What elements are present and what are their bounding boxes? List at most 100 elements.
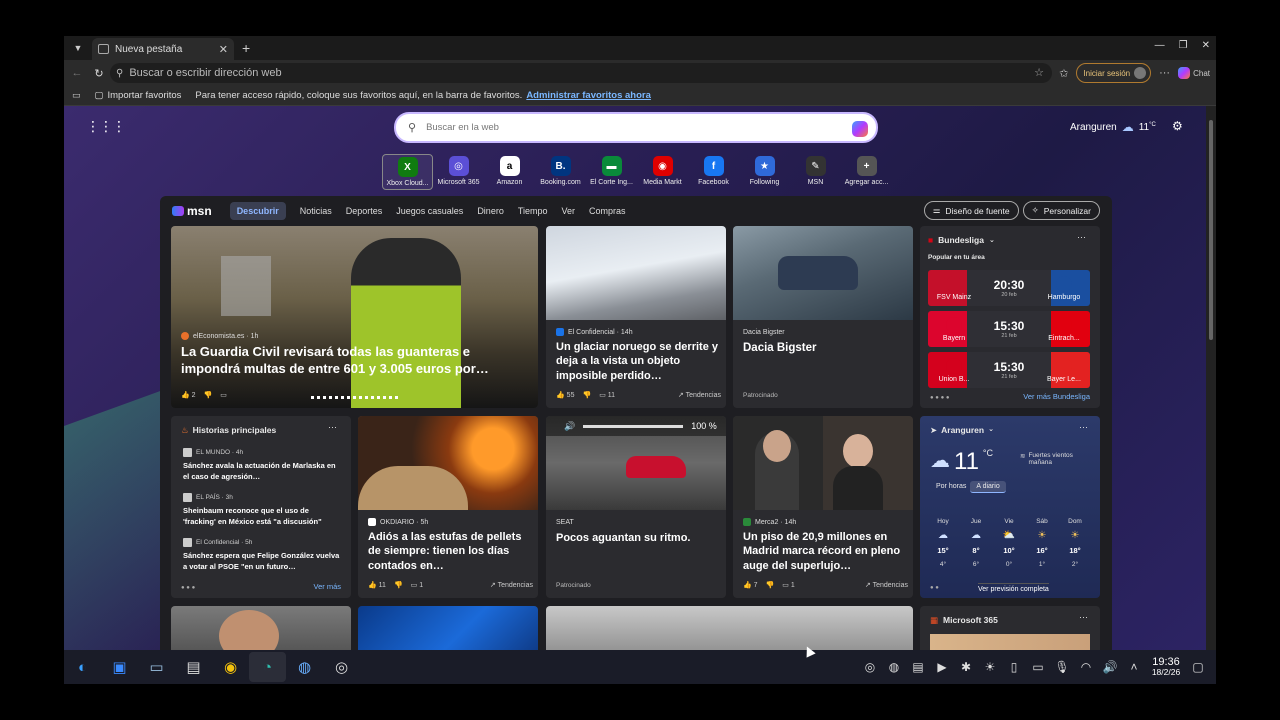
manage-favorites-link[interactable]: Administrar favoritos ahora — [526, 90, 651, 101]
more-menu-icon[interactable]: ··· — [1159, 67, 1170, 79]
wind-alert[interactable]: ≋ Fuertes vientos mañana — [1020, 452, 1092, 466]
story-item[interactable]: EL MUNDO · 4h Sánchez avala la actuación … — [183, 448, 343, 482]
seat-ad-card[interactable]: 🔊 100 % SEAT Pocos aguantan su ritmo. Pa… — [546, 416, 726, 598]
show-desktop-icon[interactable]: ▢ — [1186, 660, 1210, 674]
quick-link-xbox[interactable]: X Xbox Cloud... — [382, 154, 433, 190]
dacia-ad-card[interactable]: Dacia Bigster Dacia Bigster Patrocinado — [733, 226, 913, 408]
tray-expand-icon[interactable]: ˄ — [1122, 660, 1146, 674]
msn-tab-noticias[interactable]: Noticias — [300, 206, 332, 216]
quick-link-msn[interactable]: ✎ MSN — [790, 154, 841, 190]
refresh-icon[interactable]: ↻ — [90, 67, 108, 80]
story-item[interactable]: EL PAÍS · 3h Sheinbaum reconoce que el us… — [183, 493, 343, 527]
feed-design-button[interactable]: ⚌ Diseño de fuente — [923, 201, 1019, 220]
clipboard-icon[interactable]: ▤ — [906, 660, 930, 674]
back-icon[interactable]: ← — [68, 67, 86, 79]
like-button[interactable]: 👍 7 — [743, 581, 758, 589]
page-settings-gear-icon[interactable]: ⚙ — [1172, 119, 1183, 133]
like-button[interactable]: 👍 2 — [181, 391, 196, 399]
minimize-icon[interactable]: — — [1155, 40, 1165, 51]
match-row[interactable]: FSV Mainz 20:30 20 feb Hamburgo — [928, 270, 1090, 306]
dislike-icon[interactable]: 👎 — [394, 581, 403, 589]
hero-headline[interactable]: La Guardia Civil revisará todas las guan… — [181, 344, 531, 378]
m365-header[interactable]: ▦ Microsoft 365 — [930, 615, 998, 626]
microphone-muted-icon[interactable]: 🎙 — [1050, 660, 1074, 674]
stories-pager-dots[interactable]: ● ● ● — [181, 585, 195, 591]
obs-icon[interactable]: ◎ — [323, 652, 360, 682]
sidebar-toggle-icon[interactable]: ▭ — [72, 90, 81, 101]
forecast-day[interactable]: Jue ☁ 8° 6° — [961, 518, 991, 568]
tab-daily[interactable]: A diario — [970, 481, 1006, 493]
forecast-day[interactable]: Vie ⛅ 10° 0° — [994, 518, 1024, 568]
system-settings-icon[interactable]: ▤ — [175, 652, 212, 682]
sports-pager-dots[interactable]: ● ● ● ● — [930, 395, 950, 401]
league-header[interactable]: ■ Bundesliga ⌄ — [928, 235, 995, 245]
weather-header[interactable]: ➤ Aranguren ⌄ — [930, 425, 994, 436]
restore-icon[interactable]: ❐ — [1179, 40, 1188, 51]
storage-icon[interactable]: ▯ — [1002, 660, 1026, 674]
personalize-button[interactable]: ✧ Personalizar — [1022, 201, 1100, 220]
tab-close-icon[interactable]: ✕ — [219, 43, 228, 56]
msn-tab-deportes[interactable]: Deportes — [346, 206, 383, 216]
quick-link-m365[interactable]: ◎ Microsoft 365 — [433, 154, 484, 190]
battery-icon[interactable]: ▭ — [1026, 660, 1050, 674]
seat-video[interactable]: 🔊 100 % — [546, 416, 726, 510]
comment-icon[interactable]: ▭ — [220, 391, 227, 399]
match-row[interactable]: Union B... 15:30 21 feb Bayer Le... — [928, 352, 1090, 388]
copilot-search-icon[interactable] — [852, 121, 868, 137]
bluetooth-icon[interactable]: ✱ — [954, 660, 978, 674]
steam-icon[interactable]: ◍ — [286, 652, 323, 682]
card-more-icon[interactable]: ··· — [1079, 422, 1088, 432]
weather-widget-top[interactable]: Aranguren ☁ 11°C — [1070, 120, 1156, 134]
forecast-day[interactable]: Dom ☀ 18° 2° — [1060, 518, 1090, 568]
favorite-star-icon[interactable]: ☆ — [1034, 66, 1044, 79]
glacier-headline[interactable]: Un glaciar noruego se derrite y deja a l… — [556, 340, 721, 383]
chrome-icon[interactable]: ◉ — [212, 652, 249, 682]
scrollbar-thumb[interactable] — [1209, 120, 1213, 340]
like-button[interactable]: 👍 55 — [556, 391, 574, 399]
carousel-dots[interactable] — [311, 396, 401, 399]
seat-headline[interactable]: Pocos aguantan su ritmo. — [556, 531, 690, 545]
media-play-icon[interactable]: ▶ — [930, 660, 954, 674]
dislike-icon[interactable]: 👎 — [766, 581, 775, 589]
card-more-icon[interactable]: ··· — [1079, 612, 1088, 622]
tab-new-tab[interactable]: Nueva pestaña ✕ — [92, 38, 234, 60]
dislike-icon[interactable]: 👎 — [582, 391, 591, 399]
wifi-icon[interactable]: ◠ — [1074, 660, 1098, 674]
system-clock[interactable]: 19:36 18/2/26 — [1146, 656, 1186, 677]
hero-card[interactable]: elEconomista.es · 1h La Guardia Civil re… — [171, 226, 538, 408]
tab-hourly[interactable]: Por horas — [932, 481, 970, 493]
quick-link-add[interactable]: + Agregar acc... — [841, 154, 892, 190]
close-window-icon[interactable]: ✕ — [1202, 40, 1210, 51]
msn-tab-dinero[interactable]: Dinero — [477, 206, 504, 216]
tab-actions-menu[interactable]: ▼ — [68, 38, 88, 58]
brightness-icon[interactable]: ☀ — [978, 660, 1002, 674]
msn-tab-ver[interactable]: Ver — [562, 206, 576, 216]
full-forecast-link[interactable]: Ver previsión completa — [978, 583, 1049, 593]
address-bar[interactable]: ⚲ Buscar o escribir dirección web ☆ — [110, 63, 1052, 83]
piso-card[interactable]: Merca2 · 14h Un piso de 20,9 millones en… — [733, 416, 913, 598]
start-menu-icon[interactable]: ◐ — [64, 652, 101, 682]
quick-link-mediamarkt[interactable]: ◉ Media Markt — [637, 154, 688, 190]
signin-button[interactable]: Iniciar sesión — [1076, 63, 1152, 83]
piso-headline[interactable]: Un piso de 20,9 millones en Madrid marca… — [743, 530, 908, 573]
obs-tray-icon[interactable]: ◎ — [858, 660, 882, 674]
forecast-day[interactable]: Sáb ☀ 16° 1° — [1027, 518, 1057, 568]
apps-launcher-icon[interactable]: ⋮⋮⋮ — [86, 118, 126, 135]
like-button[interactable]: 👍 11 — [368, 581, 386, 589]
page-scrollbar[interactable] — [1206, 106, 1216, 684]
steam-tray-icon[interactable]: ◍ — [882, 660, 906, 674]
card-more-icon[interactable]: ··· — [1077, 232, 1086, 242]
volume-icon[interactable]: 🔊 — [1098, 660, 1122, 674]
msn-logo[interactable]: msn — [172, 204, 212, 218]
card-more-icon[interactable]: ··· — [328, 422, 337, 432]
msn-tab-juegos[interactable]: Juegos casuales — [396, 206, 463, 216]
comment-button[interactable]: ▭ 1 — [782, 581, 794, 589]
speaker-icon[interactable]: 🔊 — [564, 421, 575, 432]
web-search-box[interactable]: ⚲ Buscar en la web — [394, 112, 878, 143]
pellets-headline[interactable]: Adiós a las estufas de pellets de siempr… — [368, 530, 533, 573]
pellets-card[interactable]: OKDIARIO · 5h Adiós a las estufas de pel… — [358, 416, 538, 598]
comment-button[interactable]: ▭ 1 — [411, 581, 423, 589]
glacier-card[interactable]: El Confidencial · 14h Un glaciar noruego… — [546, 226, 726, 408]
quick-link-amazon[interactable]: a Amazon — [484, 154, 535, 190]
story-item[interactable]: El Confidencial · 5h Sánchez espera que F… — [183, 538, 343, 572]
